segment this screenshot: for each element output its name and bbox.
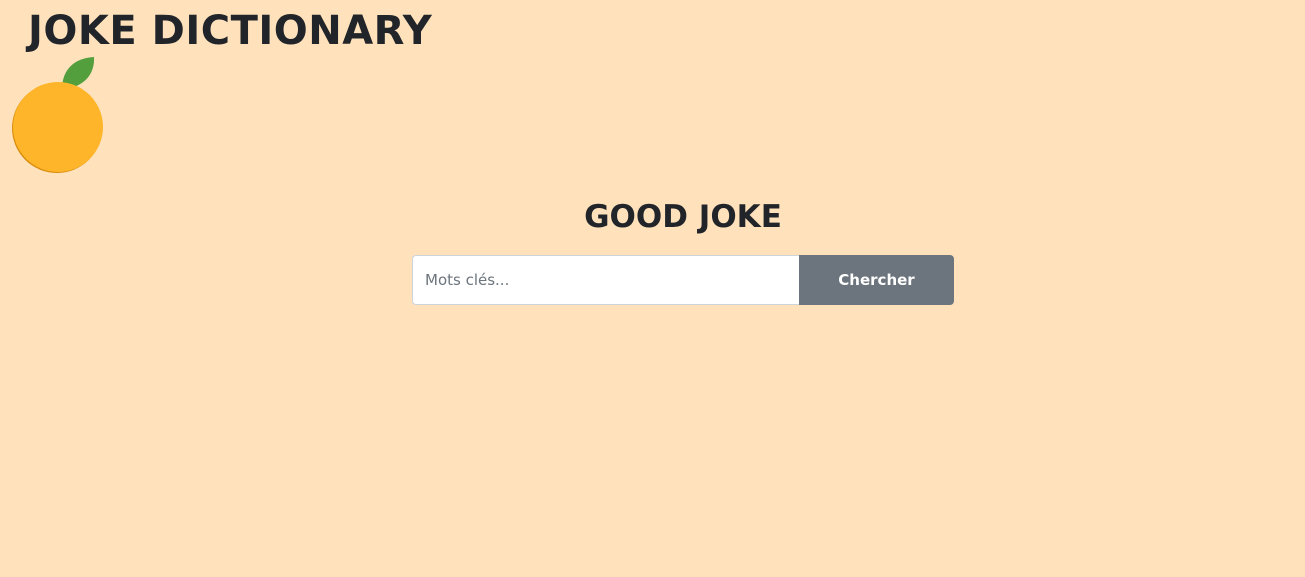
page-heading: GOOD JOKE (584, 199, 782, 235)
search-input[interactable] (412, 255, 799, 305)
site-title: JOKE DICTIONARY (28, 8, 433, 54)
orange-logo-icon (10, 56, 110, 176)
search-button[interactable]: Chercher (799, 255, 954, 305)
search-form: Chercher (412, 255, 954, 305)
